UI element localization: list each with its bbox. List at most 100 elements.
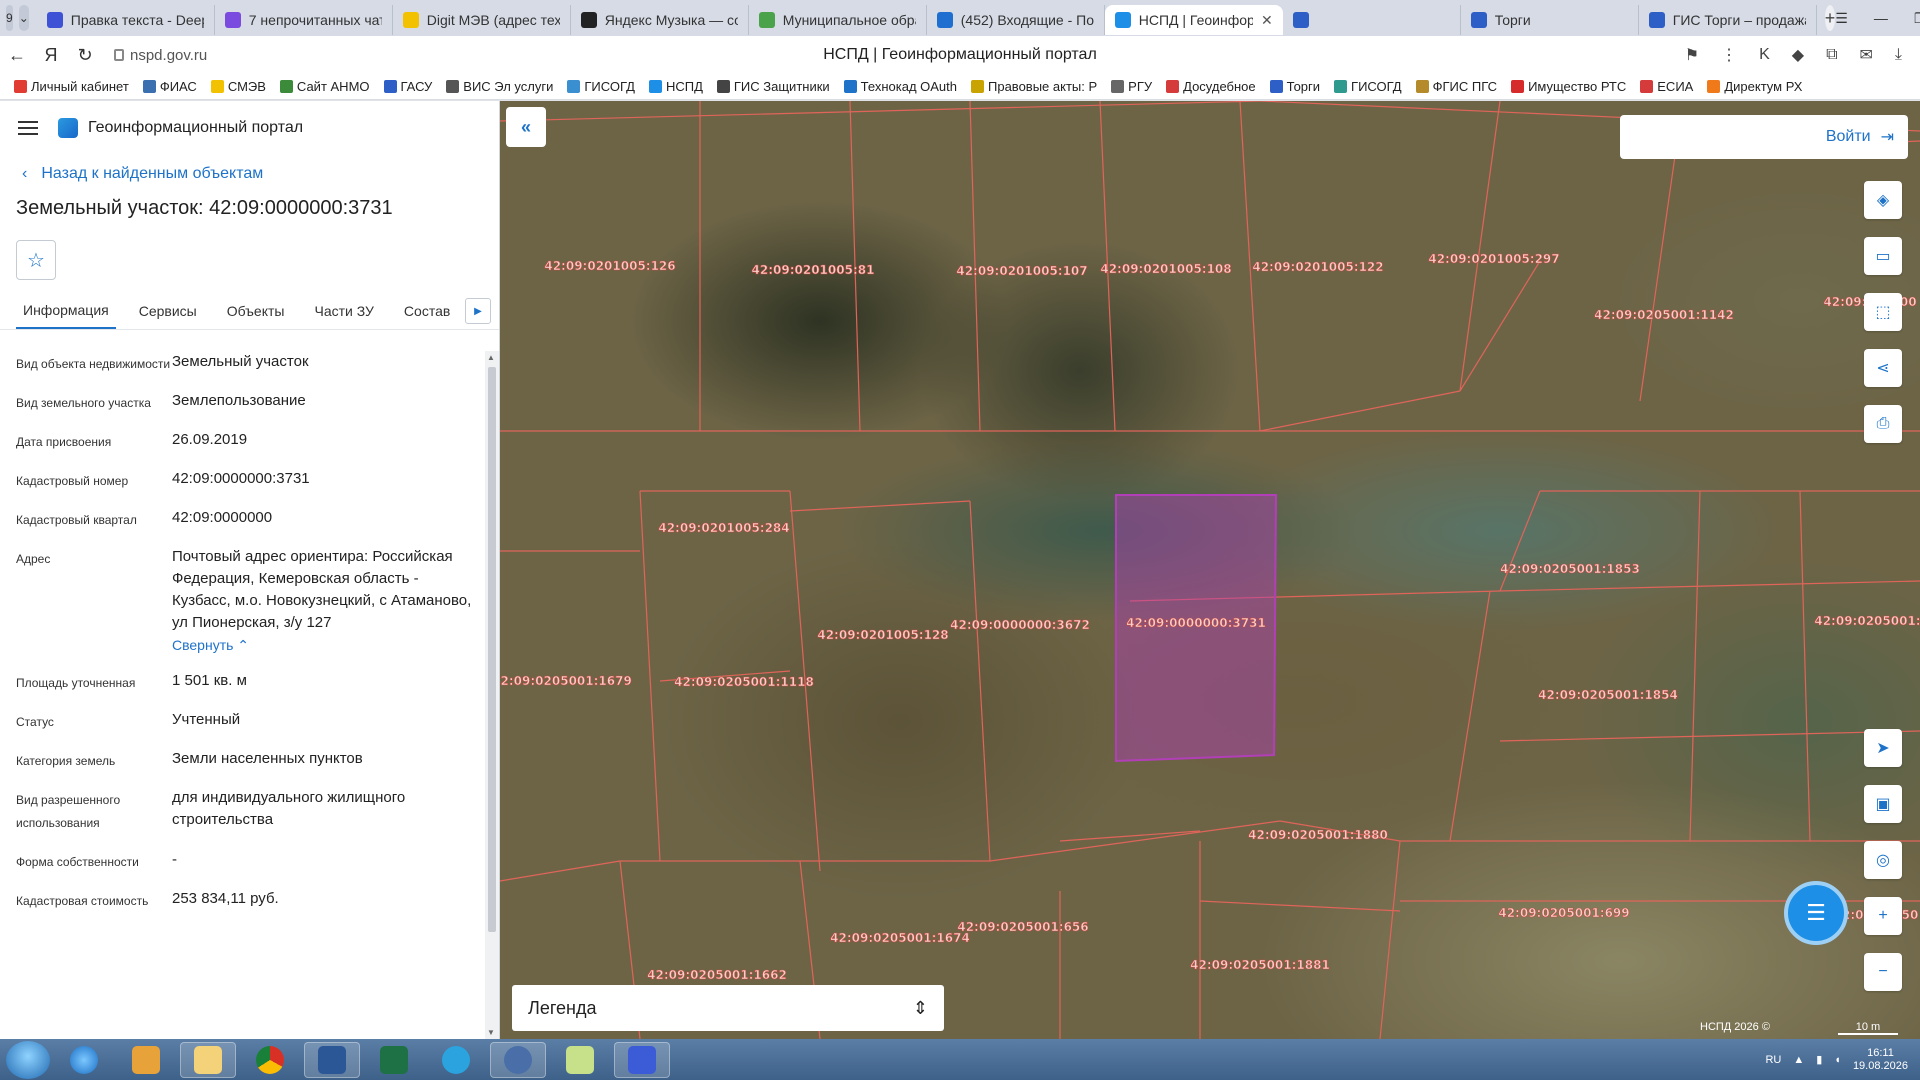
browser-tab[interactable]: (452) Входящие - Поч [927, 5, 1105, 35]
extension-puzzle-icon[interactable]: ⧉ [1826, 46, 1837, 64]
bookmark-item[interactable]: ГИСОГД [567, 79, 635, 94]
bookmark-item[interactable]: НСПД [648, 79, 703, 94]
taskbar-word-icon[interactable] [304, 1041, 360, 1078]
browser-tab[interactable] [1283, 5, 1461, 35]
url-field[interactable]: nspd.gov.ru [114, 47, 207, 64]
browser-tab[interactable]: Digit МЭВ (адрес техн [393, 5, 571, 35]
browser-tab[interactable]: НСПД | Геоинформ ✕ [1104, 5, 1283, 35]
bookmark-item[interactable]: ГИС Защитники [716, 79, 830, 94]
minimize-icon[interactable]: — [1874, 10, 1888, 27]
start-button[interactable] [6, 1040, 50, 1079]
language-indicator[interactable]: RU [1765, 1054, 1781, 1066]
geolocation-button[interactable]: ➤ [1864, 729, 1902, 767]
reload-icon[interactable]: ↻ [68, 45, 102, 66]
panel-scrollbar[interactable]: ▲ ▼ [485, 351, 499, 1039]
browser-menu-icon[interactable]: ☰ [1835, 10, 1848, 27]
tabs-scroll-right-button[interactable]: ▶ [465, 298, 491, 324]
collapse-address-link[interactable]: Свернуть ⌃ [172, 634, 472, 656]
bookmark-item[interactable]: Правовые акты: Р [971, 79, 1097, 94]
close-tab-icon[interactable]: ✕ [1261, 12, 1273, 29]
back-to-results-link[interactable]: ‹ Назад к найденным объектам [0, 165, 499, 183]
extension-k-icon[interactable]: K [1759, 46, 1770, 64]
panel-tab[interactable]: Информация [16, 292, 116, 329]
tray-arrow-icon[interactable]: ▲ [1793, 1054, 1804, 1066]
parcel-layer[interactable]: 42:09:0201005:126 42:09:0201005:81 42:09:0… [500, 101, 1920, 1039]
download-icon[interactable]: ⤓ [1895, 46, 1902, 64]
panel-tab[interactable]: Части ЗУ [307, 292, 380, 329]
login-button[interactable]: Войти ⇥ [1620, 115, 1908, 159]
minus-icon: − [1878, 963, 1888, 980]
taskbar-chrome-icon[interactable] [242, 1042, 298, 1078]
collapse-panel-button[interactable]: « [506, 107, 546, 147]
back-icon[interactable]: ← [0, 45, 34, 66]
extension-shield-icon[interactable]: ◆ [1792, 45, 1804, 65]
bookmark-item[interactable]: ГИСОГД [1334, 79, 1402, 94]
bookmark-item[interactable]: РГУ [1111, 79, 1152, 94]
map-view[interactable]: 42:09:0201005:126 42:09:0201005:81 42:09:0… [500, 101, 1920, 1039]
more-menu-icon[interactable]: ⋮ [1721, 45, 1737, 65]
tabs-menu-chevron-icon[interactable]: ⌄ [18, 5, 29, 31]
taskbar-excel-icon[interactable] [366, 1042, 422, 1078]
layers-button[interactable]: ◈ [1864, 181, 1902, 219]
chat-button[interactable]: ☰ [1784, 881, 1848, 945]
taskbar-telegram-icon[interactable] [428, 1042, 484, 1078]
bookmark-item[interactable]: СМЭВ [210, 79, 266, 94]
bookmark-item[interactable]: ВИС Эл услуги [446, 79, 553, 94]
bookmark-item[interactable]: ГАСУ [383, 79, 432, 94]
browser-tab[interactable]: Правка текста - Deep [37, 5, 215, 35]
bookmark-icon[interactable]: ⚑ [1685, 45, 1699, 65]
taskbar-media-icon[interactable] [118, 1042, 174, 1078]
scroll-up-arrow-icon[interactable]: ▲ [487, 353, 495, 362]
taskbar-folder-icon[interactable] [552, 1042, 608, 1078]
minimap-button[interactable]: ▣ [1864, 785, 1902, 823]
taskbar-ie-icon[interactable] [56, 1042, 112, 1078]
browser-tab[interactable]: Муниципальное обра [749, 5, 927, 35]
tray-volume-icon[interactable]: ◖ [1834, 1054, 1841, 1066]
browser-tab[interactable]: Яндекс Музыка — соб [571, 5, 749, 35]
browser-tab[interactable]: Торги [1461, 5, 1639, 35]
scrollbar-thumb[interactable] [488, 367, 496, 932]
restore-icon[interactable]: ❐ [1914, 10, 1920, 27]
legend-dropdown[interactable]: Легенда ⇕ [512, 985, 944, 1031]
tab-counter-button[interactable]: 9 [6, 5, 13, 31]
bookmark-item[interactable]: Сайт АНМО [279, 79, 370, 94]
bookmark-item[interactable]: Личный кабинет [14, 79, 129, 94]
zoom-in-button[interactable]: + [1864, 897, 1902, 935]
property-value: Земельный участок [172, 353, 309, 370]
taskbar-yandex-browser-icon[interactable] [490, 1041, 546, 1078]
zoom-out-button[interactable]: − [1864, 953, 1902, 991]
tray-network-icon[interactable]: ▮ [1816, 1053, 1822, 1066]
print-button[interactable]: ⎙ [1864, 405, 1902, 443]
bookmark-item[interactable]: ФГИС ПГС [1415, 79, 1497, 94]
taskbar-explorer-icon[interactable] [180, 1041, 236, 1078]
bookmark-item[interactable]: Торги [1269, 79, 1320, 94]
taskbar-app-icon[interactable] [614, 1041, 670, 1078]
parcel-label: 42:09:0205001:1881 [1190, 958, 1330, 972]
bookmark-item[interactable]: ФИАС [142, 79, 197, 94]
bookmark-item[interactable]: Технокад OAuth [843, 79, 957, 94]
extension-mail-icon[interactable]: ✉ [1860, 45, 1873, 65]
favorite-star-button[interactable]: ☆ [16, 240, 56, 280]
system-clock[interactable]: 16:11 19.08.2026 [1853, 1047, 1908, 1073]
browser-tab[interactable]: ГИС Торги – продажа [1639, 5, 1817, 35]
bookmark-item[interactable]: Имущество РТС [1511, 79, 1626, 94]
browser-tab[interactable]: 7 непрочитанных чат [215, 5, 393, 35]
share-button[interactable]: ⋖ [1864, 349, 1902, 387]
new-tab-button[interactable]: + [1824, 5, 1836, 31]
bookmark-item[interactable]: Директум РХ [1707, 79, 1802, 94]
bookmark-item[interactable]: ЕСИА [1640, 79, 1693, 94]
property-label: Статус [16, 715, 54, 729]
property-row: Адрес Почтовый адрес ориентира: Российска… [16, 546, 484, 670]
hamburger-menu-icon[interactable] [18, 121, 38, 135]
select-area-button[interactable]: ⬚ [1864, 293, 1902, 331]
panel-tab[interactable]: Объекты [220, 292, 292, 329]
scroll-down-arrow-icon[interactable]: ▼ [487, 1028, 495, 1037]
panel-tab[interactable]: Сервисы [132, 292, 204, 329]
search-location-button[interactable]: ◎ [1864, 841, 1902, 879]
ruler-button[interactable]: ▭ [1864, 237, 1902, 275]
yandex-icon[interactable]: Я [34, 45, 68, 66]
clock-time: 16:11 [1867, 1046, 1894, 1059]
bookmark-item[interactable]: Досудебное [1166, 79, 1256, 94]
portal-logo[interactable]: Геоинформационный портал [58, 118, 303, 138]
panel-tab[interactable]: Состав [397, 292, 457, 329]
